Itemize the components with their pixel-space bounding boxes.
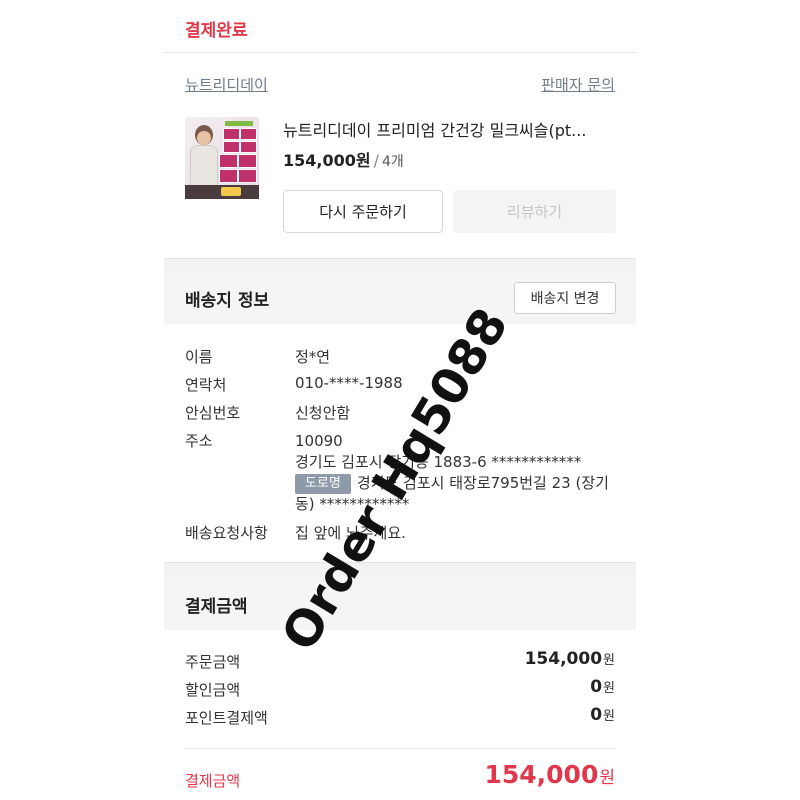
product-price: 154,000원 [283,151,371,170]
reorder-button[interactable]: 다시 주문하기 [283,190,443,233]
thumb-person [189,123,219,191]
total-payment-label: 결제금액 [185,772,241,790]
review-button[interactable]: 리뷰하기 [453,190,616,233]
order-amount-label: 주문금액 [185,653,241,671]
point-payment-label: 포인트결제액 [185,709,268,727]
shipping-title: 배송지 정보 [185,291,270,311]
safe-number-label: 안심번호 [185,404,241,422]
point-payment-number: 0 [590,705,603,725]
discount-label: 할인금액 [185,681,241,699]
currency-unit: 원 [599,768,615,788]
product-image-icon[interactable] [185,117,259,199]
seller-name-link[interactable]: 뉴트리디데이 [185,74,268,95]
point-payment-value: 0원 [590,705,615,725]
address-block: 10090 경기도 김포시 장기동 1883-6 ************ 도로… [295,431,615,515]
seller-inquiry-link[interactable]: 판매자 문의 [541,74,615,95]
name-value: 정*연 [295,348,331,366]
jibun-address: 경기도 김포시 장기동 1883-6 ************ [295,453,582,471]
section-gap [164,562,636,575]
discount-value: 0원 [590,677,615,697]
order-amount-number: 154,000 [524,649,603,669]
address-label: 주소 [185,432,213,450]
contact-value: 010-****-1988 [295,374,403,392]
currency-unit: 원 [603,709,615,724]
total-payment-value: 154,000원 [484,760,615,789]
product-name[interactable]: 뉴트리디데이 프리미엄 간건강 밀크씨슬(pt... [283,117,623,141]
order-status-label: 결제완료 [185,21,248,41]
price-line: 154,000원/4개 [283,147,404,171]
contact-label: 연락처 [185,376,227,394]
order-status-header: 결제완료 [164,0,636,53]
product-quantity: 4개 [382,154,404,170]
order-amount-value: 154,000원 [525,649,615,669]
price-separator: / [373,151,379,170]
payment-divider [185,748,615,749]
safe-number-value: 신청안함 [295,404,351,422]
order-detail-screen: 결제완료 뉴트리디데이 판매자 문의 뉴트리디데이 프리미엄 간건강 밀크씨슬(… [164,0,636,800]
currency-unit: 원 [603,681,615,696]
total-payment-number: 154,000 [484,760,599,789]
section-gap [164,258,636,271]
payment-title: 결제금액 [185,597,248,617]
currency-unit: 원 [603,653,615,668]
road-name-badge: 도로명 [295,474,351,494]
discount-number: 0 [590,677,603,697]
delivery-request-label: 배송요청사항 [185,524,268,542]
name-label: 이름 [185,348,213,366]
seller-row: 뉴트리디데이 판매자 문의 [185,74,615,96]
